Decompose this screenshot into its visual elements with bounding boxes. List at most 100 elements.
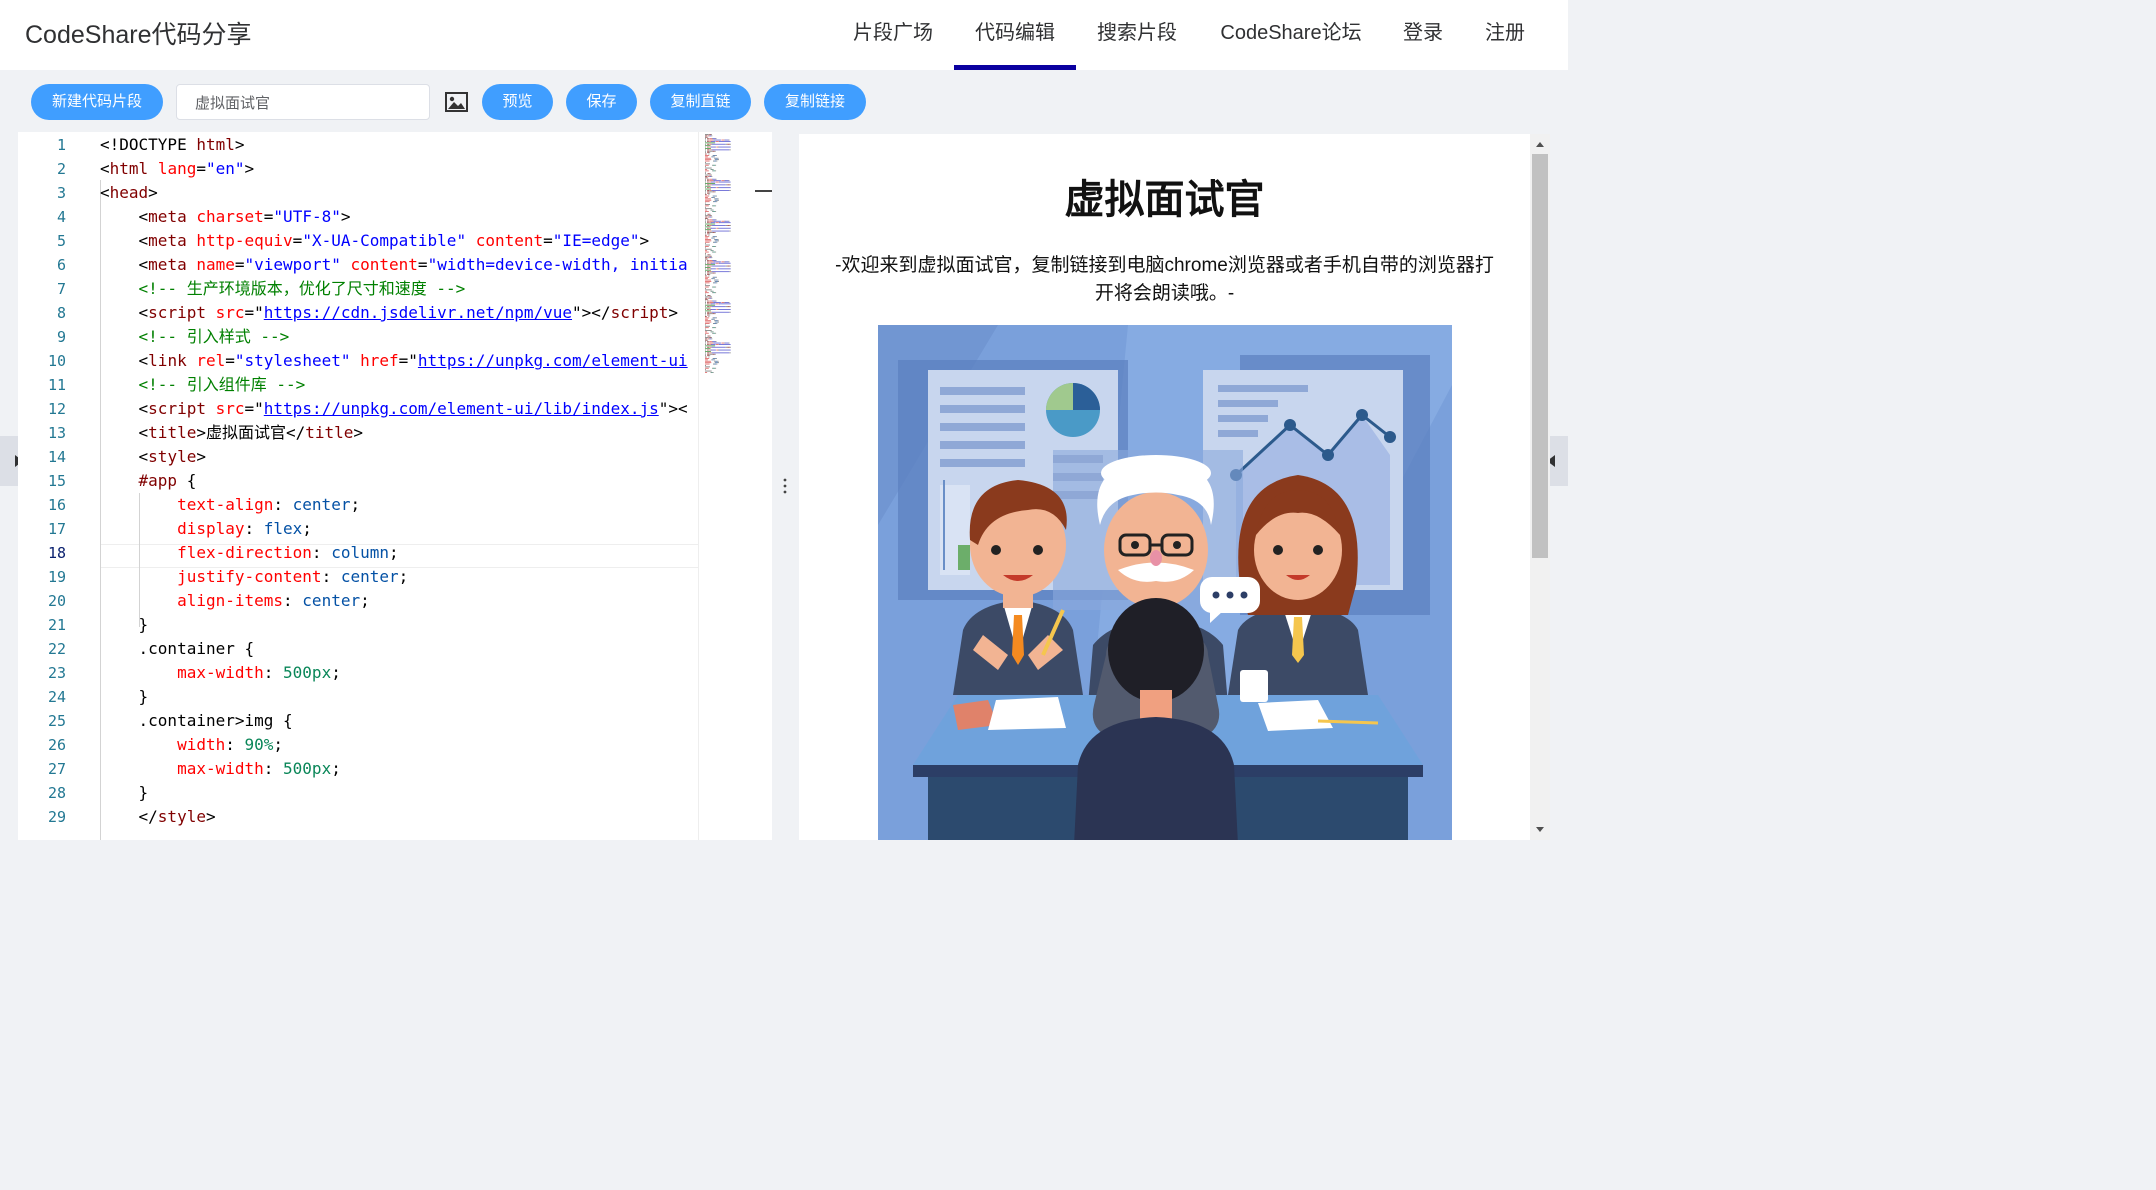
code-line[interactable]: width: 90%; [100,733,283,757]
code-line[interactable]: } [100,781,149,805]
code-line[interactable]: <!-- 引入样式 --> [100,325,290,349]
minimap-token [729,225,731,226]
new-snippet-button[interactable]: 新建代码片段 [31,84,163,120]
code-line[interactable]: max-width: 500px; [100,757,341,781]
nav-login[interactable]: 登录 [1402,0,1444,70]
preview-button[interactable]: 预览 [482,84,553,120]
code-line[interactable]: <style> [100,445,206,469]
code-line[interactable]: <html lang="en"> [100,157,254,181]
minimap-token [707,254,710,256]
save-button[interactable]: 保存 [566,84,637,120]
minimap-token [710,230,712,232]
minimap-token [705,372,708,373]
minimap-preview [705,134,731,373]
code-line[interactable]: flex-direction: column; [100,541,399,565]
minimap-token [721,139,725,141]
minimap-token [707,335,710,337]
nav-forum[interactable]: CodeShare论坛 [1218,0,1364,70]
minimap-token [705,262,706,264]
minimap-token [710,215,712,217]
code-area[interactable]: <!DOCTYPE html> <html lang="en"> <head> <m… [100,132,698,840]
minimap-token [714,279,716,281]
minimap-token [705,185,711,187]
minimap-token [707,146,709,148]
nav-search-snippets[interactable]: 搜索片段 [1096,0,1178,70]
minimap-token [725,306,728,308]
minimap-token [715,260,717,261]
code-editor[interactable]: 1 2 3 4 5 6 7 8 9 10 11 12 13 14 15 16 17 18 19 20 21 22 23 24 2… [18,132,772,840]
minimap-token [705,320,711,322]
code-line[interactable]: </style> [100,805,216,829]
code-line[interactable]: <!DOCTYPE html> [100,133,245,157]
minimap-token [705,134,709,135]
minimap-token [718,146,719,148]
line-number: 20 [47,592,66,610]
pane-splitter-handle[interactable] [778,476,792,496]
nav-register[interactable]: 注册 [1484,0,1526,70]
minimap-token [707,297,710,299]
code-line[interactable]: <!-- 引入组件库 --> [100,373,306,397]
code-line[interactable]: <script src="https://cdn.jsdelivr.net/np… [100,301,678,325]
code-line[interactable]: <!-- 生产环境版本，优化了尺寸和速度 --> [100,277,466,301]
code-line[interactable]: max-width: 500px; [100,661,341,685]
brand-logo[interactable]: CodeShare代码分享 [25,18,251,52]
minimap-scroll-indicator[interactable] [755,190,772,192]
minimap-token [709,337,711,338]
minimap-token [715,219,717,221]
code-line[interactable]: <link rel="stylesheet" href="https://unp… [100,349,688,373]
minimap-token [709,219,713,221]
code-line[interactable]: } [100,685,149,709]
minimap-token [707,225,710,226]
code-line[interactable]: justify-content: center; [100,565,408,589]
minimap-token [715,360,718,362]
copy-direct-link-button[interactable]: 复制直链 [650,84,751,120]
minimap-token [715,362,718,364]
code-line[interactable]: <head> [100,181,158,205]
code-minimap[interactable] [698,132,772,840]
minimap-token [707,141,709,142]
minimap-token [705,276,710,278]
code-line[interactable]: <meta http-equiv="X-UA-Compatible" conte… [100,229,650,253]
minimap-token [705,174,709,176]
minimap-token [705,302,706,303]
line-number: 18 [47,544,66,562]
minimap-token [710,306,712,308]
minimap-token [713,201,717,203]
code-line[interactable]: <script src="https://unpkg.com/element-u… [100,397,688,421]
image-icon[interactable] [445,92,468,112]
minimap-token [711,290,713,292]
code-line[interactable]: <meta name="viewport" content="width=dev… [100,253,688,277]
snippet-title-input[interactable] [176,84,430,120]
minimap-token [705,156,708,158]
preview-scrollbar[interactable] [1530,134,1550,840]
minimap-token [705,181,706,183]
minimap-token [707,268,709,270]
code-line[interactable]: display: flex; [100,517,312,541]
minimap-token [713,276,716,278]
scroll-up-icon[interactable] [1530,134,1550,154]
preview-scroll-thumb[interactable] [1532,154,1548,558]
code-line[interactable]: <title>虚拟面试官</title> [100,421,364,445]
nav-snippet-square[interactable]: 片段广场 [852,0,934,70]
minimap-token [718,321,719,323]
code-line[interactable]: text-align: center; [100,493,360,517]
minimap-token [712,178,716,180]
minimap-token [705,323,710,324]
minimap-token [705,169,708,170]
minimap-token [709,141,711,142]
nav-code-edit[interactable]: 代码编辑 [954,0,1076,70]
code-line[interactable]: } [100,613,149,637]
minimap-token [717,320,719,322]
minimap-token [713,359,715,361]
code-line[interactable]: <meta charset="UTF-8"> [100,205,351,229]
code-line[interactable]: align-items: center; [100,589,370,613]
code-line[interactable]: #app { [100,469,197,493]
copy-link-button[interactable]: 复制链接 [764,84,866,120]
code-line[interactable]: .container>img { [100,709,293,733]
minimap-token [705,135,708,137]
minimap-token [711,176,713,177]
code-line[interactable]: .container { [100,637,255,661]
minimap-token [705,152,706,154]
scroll-down-icon[interactable] [1530,820,1550,840]
minimap-token [705,232,706,233]
